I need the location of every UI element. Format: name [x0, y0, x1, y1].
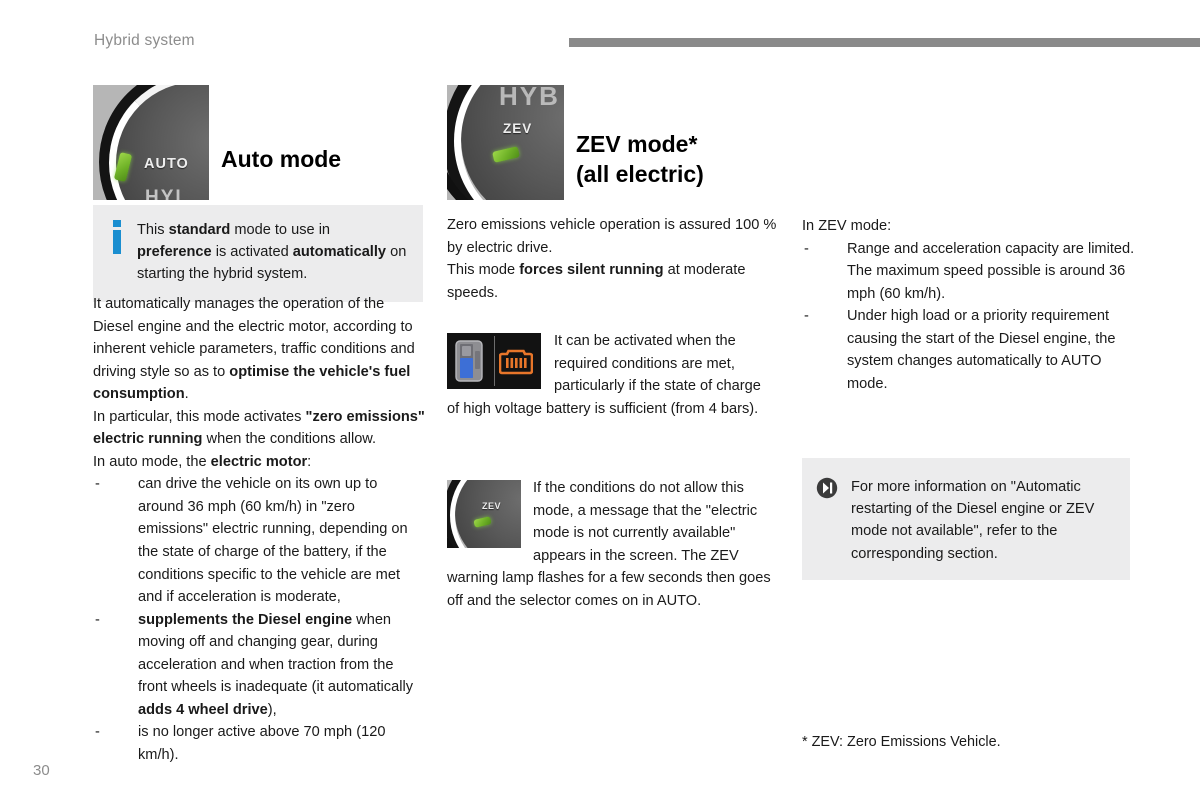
battery-charge-gauge-icon [455, 340, 483, 382]
zev-mode-heading: ZEV mode* (all electric) [576, 130, 704, 189]
auto-paragraph-1: It automatically manages the operation o… [93, 296, 415, 403]
zev-paragraph-1: Zero emissions vehicle operation is assu… [447, 217, 777, 256]
list-item: - Under high load or a priority requirem… [802, 305, 1137, 395]
zev-mode-selector-dial-image: ZEV HYB [447, 85, 564, 200]
reference-callout: For more information on "Automatic resta… [802, 458, 1130, 580]
battery-charge-level-icons [447, 333, 541, 389]
dial-label-secondary: HYB [499, 85, 560, 111]
auto-mode-info-callout: This standard mode to use in preference … [93, 205, 423, 302]
list-item: - supplements the Diesel engine when mov… [93, 609, 425, 722]
zev-mode-intro: Zero emissions vehicle operation is assu… [447, 214, 777, 304]
battery-icon [499, 349, 533, 375]
zev-paragraph-2: This mode forces silent running at moder… [447, 262, 746, 301]
dial-label-zev: ZEV [482, 501, 502, 511]
zev-mode-heading-line2: (all electric) [576, 160, 704, 187]
zev-unavailable-block: ZEV If the conditions do not allow this … [447, 477, 777, 612]
bullet-dash: - [804, 308, 809, 325]
auto-mode-body: It automatically manages the operation o… [93, 293, 425, 766]
dial-label-secondary: HYI [145, 187, 183, 200]
auto-mode-selector-dial-image: AUTO HYI [93, 85, 209, 200]
bullet-dash: - [95, 724, 100, 741]
page-header-title: Hybrid system [94, 32, 195, 49]
zev-mode-bullet-list: - Range and acceleration capacity are li… [802, 238, 1137, 396]
dial-label-zev: ZEV [503, 121, 533, 136]
battery-condition-block: It can be activated when the required co… [447, 330, 777, 420]
info-icon [107, 220, 127, 254]
list-item-text: can drive the vehicle on its own up to a… [138, 476, 408, 606]
auto-paragraph-2: In particular, this mode activates "zero… [93, 408, 425, 448]
list-item: - Range and acceleration capacity are li… [802, 238, 1137, 306]
zev-details-intro: In ZEV mode: [802, 218, 892, 234]
header-rule [569, 38, 1200, 47]
dial-label-auto: AUTO [144, 156, 189, 172]
icon-divider [494, 336, 495, 386]
dial-bezel-ring [447, 480, 521, 548]
list-item-text: is no longer active above 70 mph (120 km… [138, 724, 386, 763]
auto-mode-bullet-list: - can drive the vehicle on its own up to… [93, 473, 425, 766]
next-section-icon [816, 477, 840, 499]
auto-paragraph-3: In auto mode, the electric motor: [93, 453, 312, 470]
bullet-dash: - [804, 240, 809, 257]
zev-mode-details: In ZEV mode: - Range and acceleration ca… [802, 215, 1137, 395]
reference-callout-text: For more information on "Automatic resta… [851, 479, 1095, 562]
bullet-dash: - [95, 476, 100, 493]
list-item: - is no longer active above 70 mph (120 … [93, 721, 425, 766]
bullet-dash: - [95, 611, 100, 628]
zev-footnote: * ZEV: Zero Emissions Vehicle. [802, 734, 1001, 750]
list-item: - can drive the vehicle on its own up to… [93, 473, 425, 608]
page-number: 30 [33, 762, 50, 779]
zev-mode-selector-dial-small-image: ZEV [447, 480, 521, 548]
list-item-text: Under high load or a priority requiremen… [847, 308, 1116, 392]
auto-mode-info-text: This standard mode to use in preference … [137, 222, 407, 283]
auto-mode-heading: Auto mode [221, 146, 342, 173]
list-item-text: Range and acceleration capacity are limi… [847, 240, 1135, 302]
list-item-text: supplements the Diesel engine when movin… [138, 611, 413, 718]
zev-mode-heading-line1: ZEV mode* [576, 131, 698, 158]
